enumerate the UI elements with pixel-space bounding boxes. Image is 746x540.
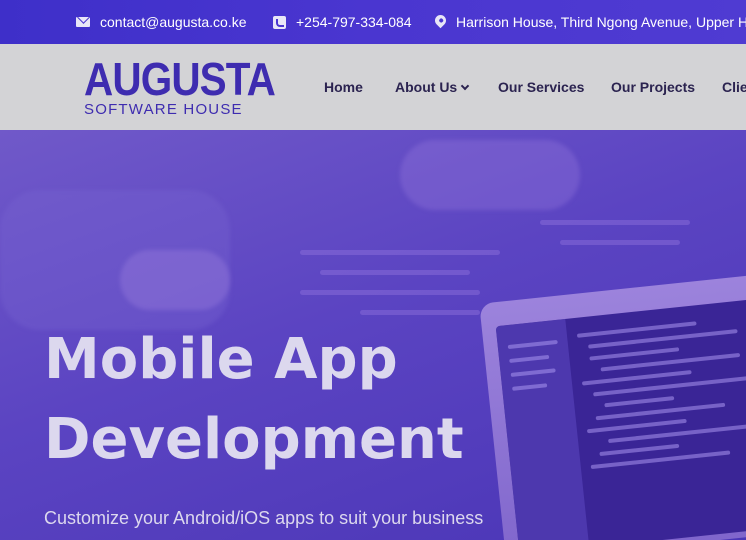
background-code-line [300, 290, 480, 295]
nav-item-about-us[interactable]: About Us [395, 44, 470, 130]
contact-phone[interactable]: +254-797-334-084 [273, 0, 412, 44]
phone-icon [273, 15, 286, 29]
nav-item-label: Clie [722, 79, 746, 95]
nav-item-home[interactable]: Home [324, 44, 363, 130]
background-code-line [540, 220, 690, 225]
nav-item-label: Our Services [498, 79, 585, 95]
contact-address: Harrison House, Third Ngong Avenue, Uppe… [432, 0, 746, 44]
hero-title-line: Mobile App [44, 327, 398, 392]
hero-background-shape [120, 250, 230, 310]
hero-background-shape [400, 140, 580, 210]
nav-item-label: Our Projects [611, 79, 696, 95]
hero-subtitle: Customize your Android/iOS apps to suit … [44, 508, 484, 528]
hero-title: Mobile App Development [44, 320, 644, 480]
chevron-down-icon [460, 81, 470, 90]
nav-item-label: Home [324, 79, 363, 95]
contact-address-text: Harrison House, Third Ngong Avenue, Uppe… [456, 14, 746, 30]
contact-bar: contact@augusta.co.ke +254-797-334-084 H… [0, 0, 746, 44]
background-code-line [360, 310, 480, 315]
hero-title-line: Development [44, 407, 464, 472]
nav-item-clients[interactable]: Clie [722, 44, 746, 130]
background-code-line [560, 240, 680, 245]
background-code-line [300, 250, 500, 255]
background-code-line [320, 270, 470, 275]
hero-banner: Mobile App Development Customize your An… [0, 130, 746, 540]
envelope-icon [76, 17, 90, 27]
contact-phone-text[interactable]: +254-797-334-084 [296, 14, 412, 30]
contact-email[interactable]: contact@augusta.co.ke [76, 0, 247, 44]
contact-email-text[interactable]: contact@augusta.co.ke [100, 14, 247, 30]
site-header: AUGUSTA SOFTWARE HOUSE Home About Us Our… [0, 44, 746, 130]
map-pin-icon [432, 12, 449, 29]
nav-item-our-services[interactable]: Our Services [498, 44, 584, 130]
nav-item-label: About Us [395, 79, 458, 95]
nav-item-our-projects[interactable]: Our Projects [611, 44, 695, 130]
main-nav: Home About Us Our Services Our Projects … [0, 44, 746, 130]
